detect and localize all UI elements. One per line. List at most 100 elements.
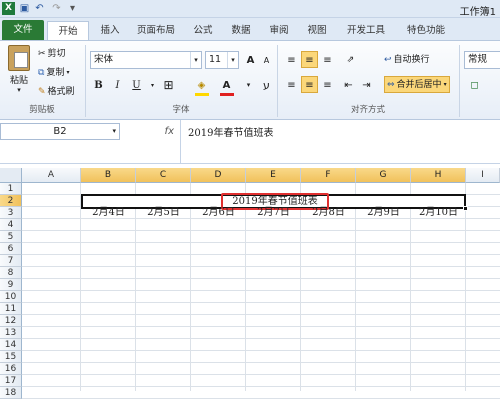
gridline	[22, 302, 500, 303]
align-left-icon[interactable]: ≡	[283, 76, 300, 93]
orientation-icon[interactable]: ⇗	[342, 51, 359, 68]
title-bar: X ▣ ↶ ↷ ▾ 工作簿1	[0, 0, 500, 18]
increase-indent-icon[interactable]: ⇥	[358, 76, 375, 93]
row-header-15[interactable]: 15	[0, 351, 22, 363]
tab-data[interactable]: 数据	[224, 21, 258, 40]
row-header-16[interactable]: 16	[0, 363, 22, 375]
row-header-7[interactable]: 7	[0, 255, 22, 267]
column-header-e[interactable]: E	[246, 168, 301, 183]
gridline	[22, 242, 500, 243]
gridline	[22, 266, 500, 267]
undo-icon[interactable]: ↶	[33, 2, 46, 15]
column-header-g[interactable]: G	[356, 168, 411, 183]
row-header-1[interactable]: 1	[0, 183, 22, 195]
gridline	[22, 254, 500, 255]
align-center-icon[interactable]: ≡	[301, 76, 318, 93]
tab-review[interactable]: 审阅	[262, 21, 296, 40]
tab-developer[interactable]: 开发工具	[340, 21, 392, 40]
date-cell[interactable]: 2月5日	[136, 206, 191, 219]
merge-icon: ⇔	[387, 79, 395, 90]
row-header-11[interactable]: 11	[0, 303, 22, 315]
row-header-10[interactable]: 10	[0, 291, 22, 303]
save-icon[interactable]: ▣	[18, 2, 31, 15]
grow-font-button[interactable]: A	[242, 51, 259, 68]
wrap-text-button[interactable]: ↩ 自动换行	[384, 51, 430, 69]
align-top-icon[interactable]: ≡	[283, 51, 300, 68]
date-cell[interactable]: 2月8日	[301, 206, 356, 219]
row-header-5[interactable]: 5	[0, 231, 22, 243]
tab-insert[interactable]: 插入	[93, 21, 127, 40]
tab-page-layout[interactable]: 页面布局	[130, 21, 182, 40]
column-header-f[interactable]: F	[301, 168, 356, 183]
phonetic-icon[interactable]: ע	[258, 76, 275, 93]
column-header-a[interactable]: A	[22, 168, 81, 183]
select-all-corner[interactable]	[0, 168, 22, 183]
chevron-down-icon[interactable]: ▾	[144, 76, 161, 93]
row-header-14[interactable]: 14	[0, 339, 22, 351]
chevron-down-icon[interactable]: ▾	[240, 76, 257, 93]
align-middle-icon[interactable]: ≡	[301, 51, 318, 68]
date-cell[interactable]: 2月6日	[191, 206, 246, 219]
tab-formulas[interactable]: 公式	[186, 21, 220, 40]
format-painter-button[interactable]: ✎ 格式刷	[38, 83, 75, 101]
date-cell[interactable]: 2月4日	[81, 206, 136, 219]
name-box[interactable]: B2 ▾	[0, 123, 120, 140]
gridline	[22, 386, 500, 387]
redo-icon[interactable]: ↷	[50, 2, 63, 15]
excel-app-icon[interactable]: X	[2, 2, 15, 15]
fill-color-icon[interactable]: ◈	[193, 76, 210, 93]
cut-label: 剪切	[47, 49, 66, 59]
column-header-b[interactable]: B	[81, 168, 136, 183]
cut-button[interactable]: ✂ 剪切	[38, 45, 66, 63]
column-header-d[interactable]: D	[191, 168, 246, 183]
font-color-button[interactable]: A	[218, 76, 235, 93]
formula-bar: B2 ▾ fx 2019年春节值班表	[0, 120, 500, 164]
customize-icon[interactable]: ▾	[66, 2, 79, 15]
decrease-indent-icon[interactable]: ⇤	[340, 76, 357, 93]
number-format-dropdown[interactable]: 常规	[464, 51, 500, 69]
row-header-4[interactable]: 4	[0, 219, 22, 231]
row-header-9[interactable]: 9	[0, 279, 22, 291]
row-header-6[interactable]: 6	[0, 243, 22, 255]
row-header-13[interactable]: 13	[0, 327, 22, 339]
formula-input[interactable]: 2019年春节值班表	[188, 124, 273, 139]
row-header-8[interactable]: 8	[0, 267, 22, 279]
row-header-17[interactable]: 17	[0, 375, 22, 387]
row-header-2[interactable]: 2	[0, 195, 22, 207]
fx-icon[interactable]: fx	[130, 123, 178, 140]
currency-icon[interactable]: ◻	[466, 76, 483, 93]
align-bottom-icon[interactable]: ≡	[319, 51, 336, 68]
tab-special[interactable]: 特色功能	[398, 21, 454, 40]
paste-button[interactable]: 粘贴 ▾	[6, 45, 32, 95]
align-right-icon[interactable]: ≡	[319, 76, 336, 93]
alignment-group-label: 对齐方式	[350, 105, 385, 115]
italic-button[interactable]: I	[109, 76, 126, 93]
copy-button[interactable]: ⧉ 复制 ▾	[38, 64, 69, 82]
column-header-h[interactable]: H	[411, 168, 466, 183]
underline-button[interactable]: U	[128, 76, 145, 93]
gridline	[22, 314, 500, 315]
row-header-12[interactable]: 12	[0, 315, 22, 327]
column-header-c[interactable]: C	[136, 168, 191, 183]
font-name-dropdown[interactable]: 宋体 ▾	[90, 51, 202, 69]
chevron-down-icon: ▾	[443, 80, 447, 88]
date-cell[interactable]: 2月7日	[246, 206, 301, 219]
bold-button[interactable]: B	[90, 76, 107, 93]
tab-file[interactable]: 文件	[2, 20, 44, 40]
paste-icon	[8, 45, 30, 71]
tab-view[interactable]: 视图	[300, 21, 334, 40]
borders-icon[interactable]: ⊞	[160, 76, 177, 93]
date-cell[interactable]: 2月9日	[356, 206, 411, 219]
format-painter-label: 格式刷	[47, 87, 75, 97]
column-header-i[interactable]: I	[466, 168, 500, 183]
merge-center-button[interactable]: ⇔ 合并后居中 ▾	[384, 76, 450, 93]
row-header-3[interactable]: 3	[0, 207, 22, 219]
divider	[459, 45, 460, 117]
tab-home[interactable]: 开始	[47, 21, 89, 40]
date-cell[interactable]: 2月10日	[411, 206, 466, 219]
paste-dropdown-icon: ▾	[17, 86, 21, 94]
font-size-dropdown[interactable]: 11 ▾	[205, 51, 239, 69]
shrink-font-button[interactable]: A	[258, 51, 275, 68]
copy-icon: ⧉	[38, 68, 45, 78]
row-header-18[interactable]: 18	[0, 387, 22, 399]
